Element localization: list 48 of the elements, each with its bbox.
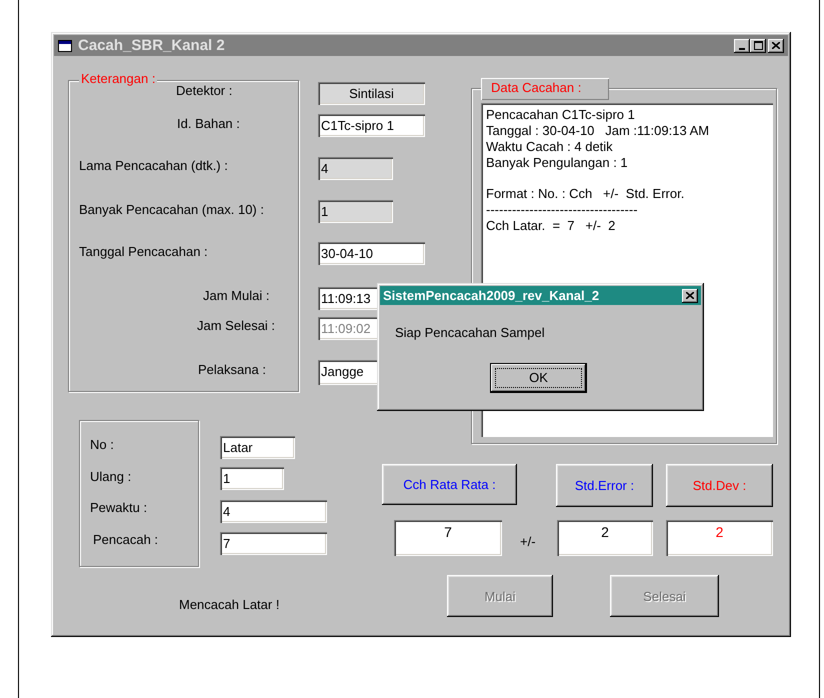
field-label: Id. Bahan : — [177, 116, 240, 131]
group-label: Keterangan : — [79, 71, 158, 86]
field-label: Pewaktu : — [90, 500, 148, 515]
field-label: Tanggal Pencacahan : — [79, 244, 208, 259]
minimize-icon — [739, 48, 745, 50]
log-line: ----------------------------------- — [486, 202, 639, 218]
plus-minus-text: +/- — [520, 534, 536, 549]
result-heading-button[interactable]: Std.Error : — [556, 464, 653, 507]
input-field[interactable]: 4 — [220, 500, 327, 523]
field-label: Banyak Pencacahan (max. 10) : — [79, 202, 264, 217]
close-icon — [772, 42, 780, 49]
input-field[interactable]: 1 — [318, 200, 393, 223]
log-line: Tanggal : 30-04-10 Jam :11:09:13 AM — [486, 123, 710, 139]
input-field[interactable]: 1 — [220, 467, 284, 490]
window-title: Cacah_SBR_Kanal 2 — [78, 37, 226, 54]
input-field[interactable]: 30-04-10 — [318, 242, 425, 265]
input-field[interactable]: 7 — [220, 532, 327, 555]
log-line: Format : No. : Cch +/- Std. Error. — [486, 186, 686, 202]
minimize-button[interactable] — [734, 38, 750, 52]
input-field[interactable]: C1Tc-sipro 1 — [318, 114, 425, 137]
input-field[interactable]: Latar — [220, 436, 295, 459]
field-label: Detektor : — [176, 83, 232, 98]
log-line: Cch Latar. = 7 +/- 2 — [486, 218, 616, 234]
maximize-button[interactable] — [750, 38, 766, 52]
group-label: Data Cacahan : — [481, 78, 609, 100]
field-label: No : — [90, 437, 114, 452]
log-line: Waktu Cacah : 4 detik — [486, 139, 614, 155]
result-heading-button[interactable]: Cch Rata Rata : — [382, 464, 517, 505]
field-label: Jam Selesai : — [197, 318, 276, 333]
input-field[interactable]: 4 — [318, 157, 393, 180]
field-label: Pelaksana : — [198, 362, 266, 377]
result-value: 7 — [394, 520, 502, 556]
log-line: Pencacahan C1Tc-sipro 1 — [486, 107, 636, 123]
maximize-icon — [754, 41, 762, 50]
field-label: Lama Pencacahan (dtk.) : — [79, 158, 228, 173]
field-label: Ulang : — [90, 469, 132, 484]
close-button[interactable] — [682, 288, 698, 302]
window-icon — [58, 40, 72, 52]
close-icon — [686, 292, 694, 299]
field-label: Jam Mulai : — [203, 288, 270, 303]
display-field: Sintilasi — [318, 82, 425, 105]
result-value: 2 — [557, 520, 653, 556]
field-label: Pencacah : — [93, 532, 158, 547]
close-button[interactable] — [768, 38, 784, 52]
result-value: 2 — [666, 520, 773, 556]
log-line: Banyak Pengulangan : 1 — [486, 155, 629, 171]
ok-button[interactable]: OK — [490, 363, 587, 393]
status-text: Mencacah Latar ! — [179, 597, 280, 612]
